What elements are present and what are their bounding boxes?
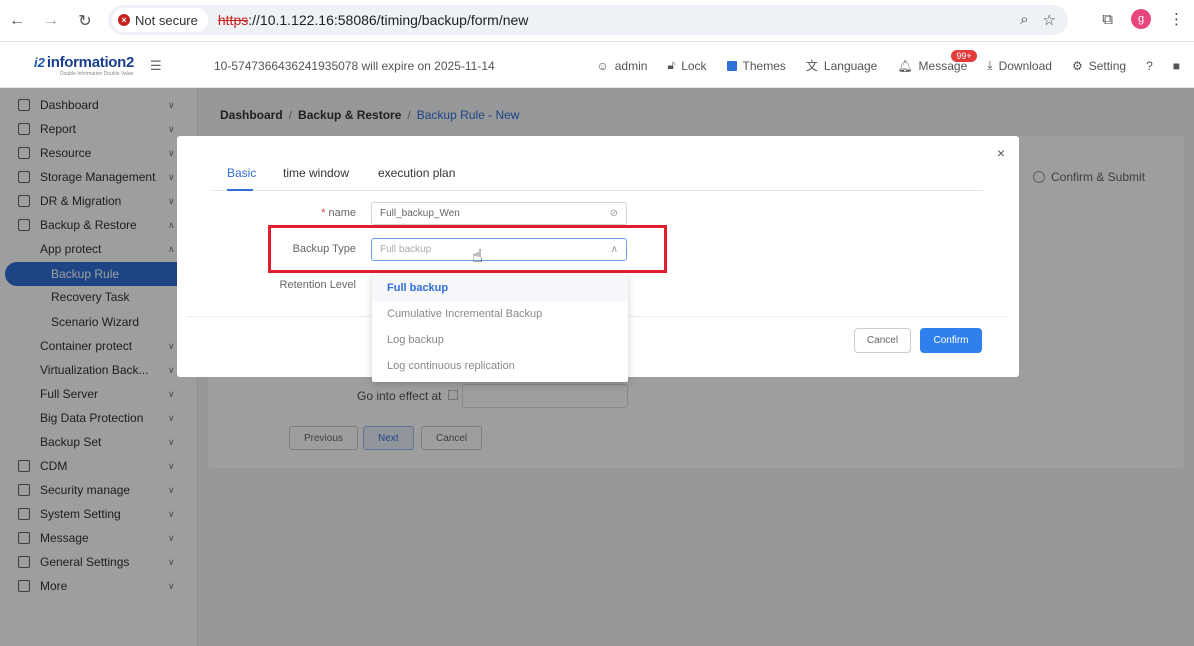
backup-type-dropdown: Full backup Cumulative Incremental Backu… [372, 274, 628, 382]
name-label: * name [236, 207, 356, 219]
option-full-backup[interactable]: Full backup [372, 275, 628, 301]
profile-avatar[interactable]: g [1131, 9, 1151, 29]
name-input[interactable]: Full_backup_Wen ⊘ [371, 202, 627, 225]
language-icon: 文 [805, 59, 818, 73]
url-text[interactable]: https://10.1.122.16:58086/timing/backup/… [218, 12, 529, 28]
user-icon: ☺ [596, 58, 609, 73]
browser-toolbar: ← → ↻ × Not secure https://10.1.122.16:5… [0, 0, 1194, 42]
fullscreen-icon: ■ [1172, 58, 1180, 73]
user-name: admin [614, 58, 648, 73]
security-chip[interactable]: × Not secure [112, 8, 208, 32]
zoom-icon[interactable]: ⌕ [1020, 11, 1028, 29]
required-mark: * [321, 207, 326, 219]
logo-tagline: Double Information Double Value [60, 71, 134, 77]
help-icon: ? [1146, 58, 1153, 73]
download-icon: ⤓ [987, 58, 993, 72]
forward-icon[interactable]: → [40, 10, 62, 32]
warning-icon: × [118, 14, 130, 26]
lock-label: Lock [681, 58, 707, 73]
reload-icon[interactable]: ↻ [74, 10, 96, 32]
option-cumulative-incremental[interactable]: Cumulative Incremental Backup [372, 301, 628, 327]
message-badge: 99+ [951, 49, 977, 62]
tab-time-window[interactable]: time window [283, 166, 349, 180]
dialog-cancel-button[interactable]: Cancel [854, 328, 911, 353]
highlight-box [268, 225, 667, 273]
name-label-text: name [328, 207, 356, 219]
logo-text: information2 [46, 54, 135, 71]
gear-icon: ⚙ [1071, 58, 1083, 73]
fullscreen-button[interactable]: ■ [1173, 59, 1180, 73]
lock-button[interactable]: 🔓︎ Lock [667, 58, 706, 73]
dialog-confirm-button[interactable]: Confirm [920, 328, 982, 353]
language-button[interactable]: 文 Language [806, 57, 877, 74]
bookmark-star-icon[interactable]: ☆ [1043, 11, 1056, 29]
license-notice: 10-5747366436241935078 will expire on 20… [214, 59, 495, 73]
language-label: Language [823, 58, 878, 73]
hand-cursor-icon: ☝ [472, 246, 483, 266]
app-header: i2 information2 Double Information Doubl… [0, 42, 1194, 88]
help-button[interactable]: ? [1146, 59, 1153, 73]
tab-execution-plan[interactable]: execution plan [378, 166, 455, 180]
check-circle-icon: ⊘ [609, 208, 618, 219]
lock-icon: 🔓︎ [667, 58, 676, 72]
url-path: ://10.1.122.16:58086/timing/backup/form/… [248, 12, 529, 28]
option-log-backup[interactable]: Log backup [372, 327, 628, 353]
setting-label: Setting [1088, 58, 1127, 73]
themes-button[interactable]: Themes [726, 58, 786, 73]
address-bar[interactable]: × Not secure https://10.1.122.16:58086/t… [108, 5, 1068, 35]
download-button[interactable]: ⤓ Download [987, 58, 1052, 73]
dialog-tabs: Basic time window execution plan [213, 158, 983, 191]
user-menu[interactable]: ☺ admin [596, 59, 647, 73]
logo-mark: i2 [34, 55, 45, 70]
theme-color-icon [726, 60, 737, 71]
browser-menu-icon[interactable]: ⋮ [1169, 10, 1184, 28]
retention-level-label: Retention Level [279, 279, 356, 291]
message-button[interactable]: 🔔︎ Message 99+ [897, 49, 977, 73]
setting-button[interactable]: ⚙ Setting [1072, 59, 1126, 73]
download-label: Download [998, 58, 1052, 73]
logo: i2 information2 Double Information Doubl… [34, 54, 135, 77]
back-icon[interactable]: ← [6, 10, 28, 32]
bell-icon: 🔔︎ [897, 58, 913, 73]
active-tab-indicator [227, 189, 253, 191]
close-icon[interactable]: × [997, 145, 1005, 161]
url-scheme: https [217, 12, 249, 28]
name-value: Full_backup_Wen [380, 208, 460, 219]
security-label: Not secure [135, 12, 198, 28]
tab-basic[interactable]: Basic [227, 166, 256, 180]
option-log-continuous-replication[interactable]: Log continuous replication [372, 353, 628, 379]
menu-collapse-icon[interactable]: ☰ [150, 58, 162, 74]
themes-label: Themes [742, 58, 786, 73]
extensions-icon[interactable]: ⧉ [1102, 11, 1113, 28]
